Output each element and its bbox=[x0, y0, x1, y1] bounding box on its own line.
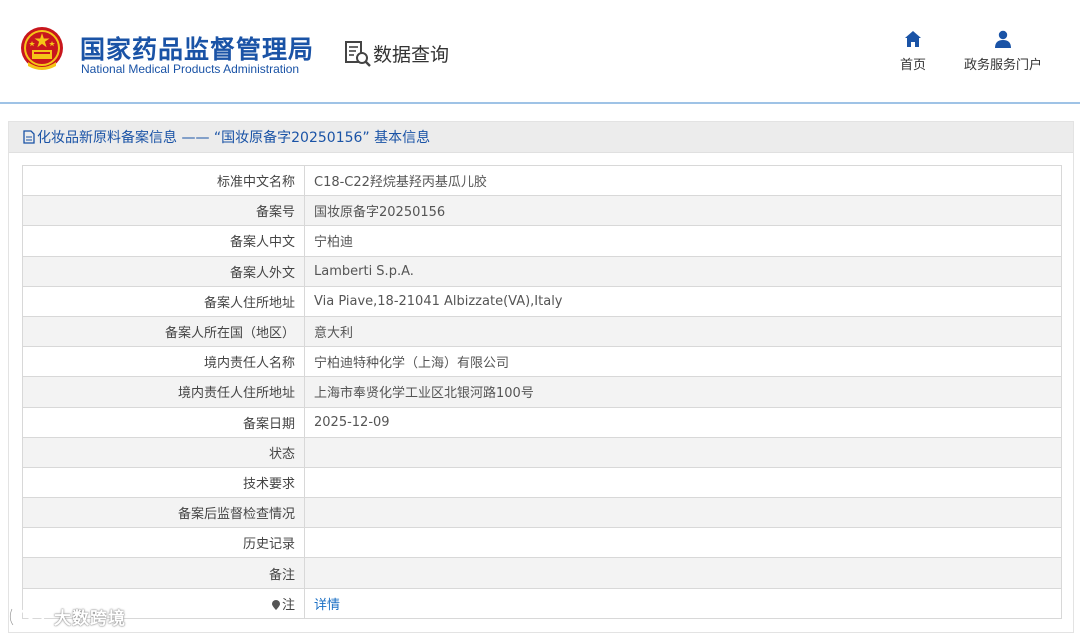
note-label: 注 bbox=[281, 597, 295, 613]
panel-title-text: 化妆品新原料备案信息 —— “国妆原备字20250156” 基本信息 bbox=[37, 130, 431, 146]
nav-home-label: 首页 bbox=[899, 58, 926, 73]
nav-service-label: 政务服务门户 bbox=[963, 58, 1042, 73]
table-row: 境内责任人名称 宁柏迪特种化学（上海）有限公司 bbox=[22, 346, 1062, 378]
row-label: 状态 bbox=[22, 436, 305, 468]
watermark-logo-icon bbox=[9, 608, 45, 626]
brand-title-cn: 国家药品监督管理局 bbox=[80, 35, 315, 64]
pin-icon bbox=[271, 599, 280, 610]
table-row: 备案日期 2025-12-09 bbox=[22, 406, 1062, 438]
document-search-icon bbox=[345, 41, 371, 67]
table-row: 境内责任人住所地址 上海市奉贤化学工业区北银河路100号 bbox=[22, 376, 1062, 408]
row-value bbox=[304, 557, 1062, 589]
nav-home[interactable]: 首页 bbox=[893, 30, 933, 73]
site-header: 国家药品监督管理局 National Medical Products Admi… bbox=[0, 0, 1080, 102]
brand-title-en: National Medical Products Administration bbox=[81, 62, 300, 76]
row-label: 境内责任人住所地址 bbox=[22, 376, 305, 408]
watermark: 大数跨境 bbox=[6, 604, 126, 629]
table-row: 备案人所在国（地区） 意大利 bbox=[22, 315, 1062, 348]
row-value: 2025-12-09 bbox=[304, 406, 1062, 438]
table-row: 历史记录 bbox=[22, 527, 1062, 559]
document-icon bbox=[23, 130, 35, 144]
row-label: 备案人中文 bbox=[22, 225, 305, 257]
row-label: 备案人所在国（地区） bbox=[22, 315, 305, 348]
header-divider bbox=[0, 102, 1080, 104]
panel-title: 化妆品新原料备案信息 —— “国妆原备字20250156” 基本信息 bbox=[9, 122, 1073, 153]
row-value: Lamberti S.p.A. bbox=[304, 255, 1062, 287]
table-row: 注 详情 bbox=[22, 587, 1062, 619]
watermark-text: 大数跨境 bbox=[54, 609, 126, 629]
row-label: 备案日期 bbox=[22, 406, 305, 438]
row-value bbox=[304, 497, 1062, 529]
row-value bbox=[304, 527, 1062, 559]
details-link[interactable]: 详情 bbox=[314, 598, 340, 613]
row-value bbox=[304, 436, 1062, 468]
table-row: 备案后监督检查情况 bbox=[22, 497, 1062, 529]
row-label: 标准中文名称 bbox=[22, 164, 305, 197]
row-value: 上海市奉贤化学工业区北银河路100号 bbox=[304, 376, 1062, 408]
row-value bbox=[304, 466, 1062, 499]
row-label: 备案人外文 bbox=[22, 255, 305, 287]
table-row: 技术要求 bbox=[22, 466, 1062, 499]
row-label: 备案人住所地址 bbox=[22, 285, 305, 317]
filing-info-panel: 化妆品新原料备案信息 —— “国妆原备字20250156” 基本信息 标准中文名… bbox=[8, 121, 1074, 633]
data-query-label[interactable]: 数据查询 bbox=[373, 40, 449, 67]
row-value: C18-C22羟烷基羟丙基瓜儿胶 bbox=[304, 164, 1062, 197]
user-icon bbox=[995, 30, 1011, 48]
table-row: 备案人外文 Lamberti S.p.A. bbox=[22, 255, 1062, 287]
table-row: 备案人中文 宁柏迪 bbox=[22, 225, 1062, 257]
row-label: 历史记录 bbox=[22, 527, 305, 559]
row-label: 备注 bbox=[22, 557, 305, 589]
row-label: 境内责任人名称 bbox=[22, 346, 305, 378]
row-value: 国妆原备字20250156 bbox=[304, 195, 1062, 227]
row-value: 宁柏迪特种化学（上海）有限公司 bbox=[304, 346, 1062, 378]
table-row: 标准中文名称 C18-C22羟烷基羟丙基瓜儿胶 bbox=[22, 164, 1062, 197]
row-value: 详情 bbox=[304, 587, 1062, 619]
row-label: 备案后监督检查情况 bbox=[22, 497, 305, 529]
table-row: 备案人住所地址 Via Piave,18-21041 Albizzate(VA),… bbox=[22, 285, 1062, 317]
row-value: 意大利 bbox=[304, 315, 1062, 348]
nav-service-portal[interactable]: 政务服务门户 bbox=[960, 30, 1046, 73]
home-icon bbox=[905, 31, 921, 47]
row-label: 技术要求 bbox=[22, 466, 305, 499]
national-emblem-icon bbox=[21, 27, 63, 70]
table-row: 备注 bbox=[22, 557, 1062, 589]
row-value: 宁柏迪 bbox=[304, 225, 1062, 257]
row-value: Via Piave,18-21041 Albizzate(VA),Italy bbox=[304, 285, 1062, 317]
filing-info-table: 标准中文名称 C18-C22羟烷基羟丙基瓜儿胶 备案号 国妆原备字20250156 … bbox=[22, 164, 1062, 619]
row-label: 备案号 bbox=[22, 195, 305, 227]
table-row: 状态 bbox=[22, 436, 1062, 468]
table-row: 备案号 国妆原备字20250156 bbox=[22, 195, 1062, 227]
